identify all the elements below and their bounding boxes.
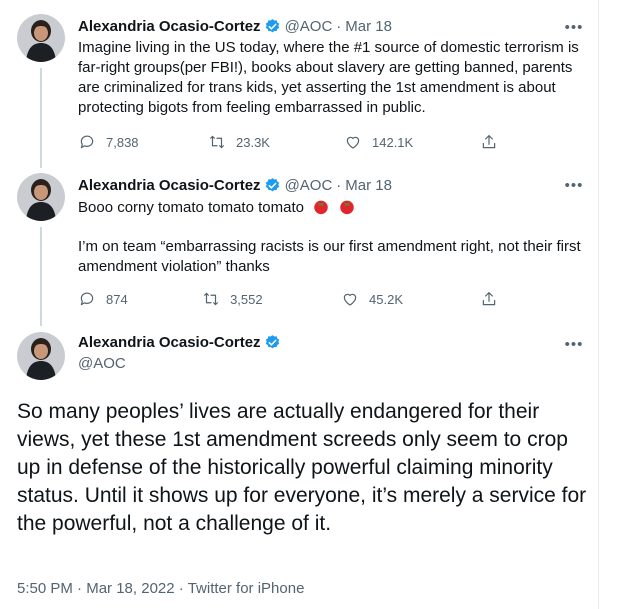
avatar[interactable]: [17, 14, 65, 62]
column-border: [598, 0, 599, 609]
action-bar: 874 3,552 45.2K: [78, 288, 508, 310]
share-button[interactable]: [480, 290, 508, 308]
separator-dot: ·: [336, 17, 342, 35]
author-handle[interactable]: @AOC: [285, 177, 333, 194]
reply-button[interactable]: 874: [78, 290, 202, 308]
reply-icon: [80, 135, 94, 149]
retweet-icon: [210, 135, 224, 149]
tweet-text: Imagine living in the US today, where th…: [78, 39, 579, 116]
author-name[interactable]: Alexandria Ocasio-Cortez: [78, 18, 261, 35]
share-icon: [482, 135, 496, 149]
tomato-emoji: [312, 197, 330, 221]
thread-connector: [40, 68, 42, 168]
like-button[interactable]: 142.1K: [344, 133, 480, 151]
tweet-metadata: 5:50 PM · Mar 18, 2022 · Twitter for iPh…: [17, 580, 304, 597]
tweet-header: Alexandria Ocasio-Cortez @AOC · Mar 18: [78, 16, 392, 36]
more-icon[interactable]: •••: [563, 175, 585, 195]
tweet-date[interactable]: Mar 18: [345, 177, 392, 194]
verified-badge-icon: [264, 334, 281, 351]
verified-badge-icon: [264, 177, 281, 194]
reply-icon: [80, 292, 94, 306]
avatar[interactable]: [17, 332, 65, 380]
more-icon[interactable]: •••: [563, 334, 585, 354]
author-handle[interactable]: @AOC: [78, 355, 126, 372]
tweet-text-paragraph: I’m on team “embarrassing racists is our…: [78, 238, 581, 275]
verified-badge-icon: [264, 18, 281, 35]
tweet-date[interactable]: Mar 18: [345, 18, 392, 35]
thread-connector: [40, 227, 42, 326]
retweet-button[interactable]: 23.3K: [208, 133, 344, 151]
retweet-count: 23.3K: [236, 134, 270, 150]
like-icon: [343, 293, 357, 306]
retweet-count: 3,552: [230, 291, 263, 307]
separator-dot: ·: [77, 580, 83, 597]
more-icon[interactable]: •••: [563, 17, 585, 37]
share-icon: [482, 292, 496, 306]
reply-button[interactable]: 7,838: [78, 133, 208, 151]
tweet-header: Alexandria Ocasio-Cortez @AOC · Mar 18: [78, 175, 392, 195]
retweet-button[interactable]: 3,552: [202, 290, 341, 308]
action-bar: 7,838 23.3K 142.1K: [78, 131, 508, 153]
separator-dot: ·: [178, 580, 184, 597]
retweet-icon: [204, 292, 219, 306]
tweet-full-date[interactable]: Mar 18, 2022: [86, 580, 174, 597]
tweet-text: Booo corny tomato tomato tomato: [78, 199, 304, 216]
like-count: 45.2K: [369, 291, 404, 307]
reply-count: 874: [106, 291, 128, 307]
tomato-emoji: [338, 197, 356, 221]
separator-dot: ·: [336, 176, 342, 194]
like-icon: [346, 136, 360, 149]
author-name[interactable]: Alexandria Ocasio-Cortez: [78, 177, 261, 194]
author-name[interactable]: Alexandria Ocasio-Cortez: [78, 334, 261, 351]
like-button[interactable]: 45.2K: [341, 290, 480, 308]
reply-count: 7,838: [106, 134, 139, 150]
tweet-source[interactable]: Twitter for iPhone: [188, 580, 305, 597]
share-button[interactable]: [480, 133, 508, 151]
author-handle[interactable]: @AOC: [285, 18, 333, 35]
avatar[interactable]: [17, 173, 65, 221]
tweet-time[interactable]: 5:50 PM: [17, 580, 73, 597]
author-name-row: Alexandria Ocasio-Cortez: [78, 334, 285, 351]
like-count: 142.1K: [372, 134, 414, 150]
tweet-text-line: Booo corny tomato tomato tomato: [78, 197, 586, 221]
tweet-text: So many peoples’ lives are actually enda…: [17, 400, 587, 535]
